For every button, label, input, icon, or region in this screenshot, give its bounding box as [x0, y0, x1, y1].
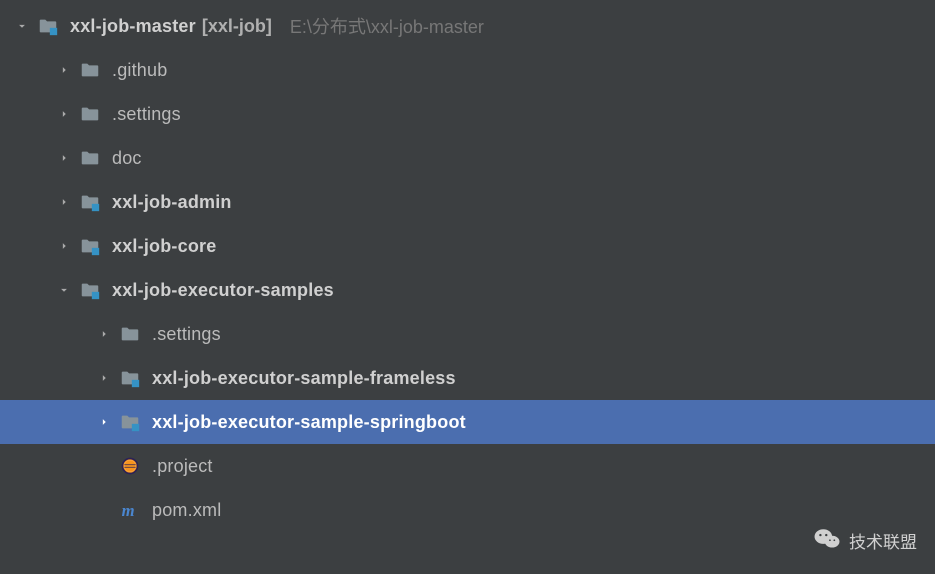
tree-row[interactable]: xxl-job-executor-samples: [0, 268, 935, 312]
tree-item-label: doc: [112, 148, 142, 169]
tree-item-label: xxl-job-executor-samples: [112, 280, 334, 301]
folder-icon: [76, 100, 104, 128]
chevron-right-icon[interactable]: [52, 107, 76, 121]
chevron-down-icon[interactable]: [52, 283, 76, 297]
watermark-text: 技术联盟: [849, 528, 917, 553]
chevron-right-icon[interactable]: [92, 327, 116, 341]
tree-row[interactable]: .github: [0, 48, 935, 92]
tree-row[interactable]: m pom.xml: [0, 488, 935, 532]
eclipse-icon: [116, 452, 144, 480]
tree-row[interactable]: xxl-job-executor-sample-frameless: [0, 356, 935, 400]
tree-item-label: xxl-job-executor-sample-frameless: [152, 368, 456, 389]
tree-row[interactable]: xxl-job-admin: [0, 180, 935, 224]
tree-item-label: xxl-job-admin: [112, 192, 232, 213]
tree-row[interactable]: .settings: [0, 92, 935, 136]
tree-row[interactable]: xxl-job-core: [0, 224, 935, 268]
chevron-right-icon[interactable]: [52, 195, 76, 209]
chevron-right-icon[interactable]: [92, 415, 116, 429]
wechat-icon: [813, 527, 841, 554]
project-tree: xxl-job-master [xxl-job] E:\分布式\xxl-job-…: [0, 0, 935, 532]
tree-row[interactable]: .project: [0, 444, 935, 488]
root-bracket: [xxl-job]: [202, 16, 272, 37]
chevron-right-icon[interactable]: [92, 371, 116, 385]
watermark: 技术联盟: [813, 527, 917, 554]
folder-icon: [116, 320, 144, 348]
tree-item-label: .settings: [112, 104, 181, 125]
tree-row[interactable]: .settings: [0, 312, 935, 356]
folder-icon: [76, 144, 104, 172]
chevron-right-icon[interactable]: [52, 151, 76, 165]
tree-item-label: xxl-job-executor-sample-springboot: [152, 412, 466, 433]
root-name: xxl-job-master: [70, 16, 196, 37]
module-icon: [116, 364, 144, 392]
module-icon: [76, 232, 104, 260]
module-folder-icon: [34, 12, 62, 40]
folder-icon: [76, 56, 104, 84]
chevron-down-icon[interactable]: [10, 19, 34, 33]
chevron-right-icon[interactable]: [52, 239, 76, 253]
maven-icon: m: [116, 496, 144, 524]
tree-item-label: .settings: [152, 324, 221, 345]
module-icon: [116, 408, 144, 436]
tree-item-label: .project: [152, 456, 213, 477]
module-icon: [76, 188, 104, 216]
tree-item-label: xxl-job-core: [112, 236, 216, 257]
tree-item-label: pom.xml: [152, 500, 221, 521]
tree-row[interactable]: doc: [0, 136, 935, 180]
svg-text:m: m: [122, 501, 135, 520]
tree-row-root[interactable]: xxl-job-master [xxl-job] E:\分布式\xxl-job-…: [0, 4, 935, 48]
tree-item-label: .github: [112, 60, 167, 81]
root-path: E:\分布式\xxl-job-master: [290, 13, 484, 39]
module-icon: [76, 276, 104, 304]
chevron-right-icon[interactable]: [52, 63, 76, 77]
tree-row[interactable]: xxl-job-executor-sample-springboot: [0, 400, 935, 444]
